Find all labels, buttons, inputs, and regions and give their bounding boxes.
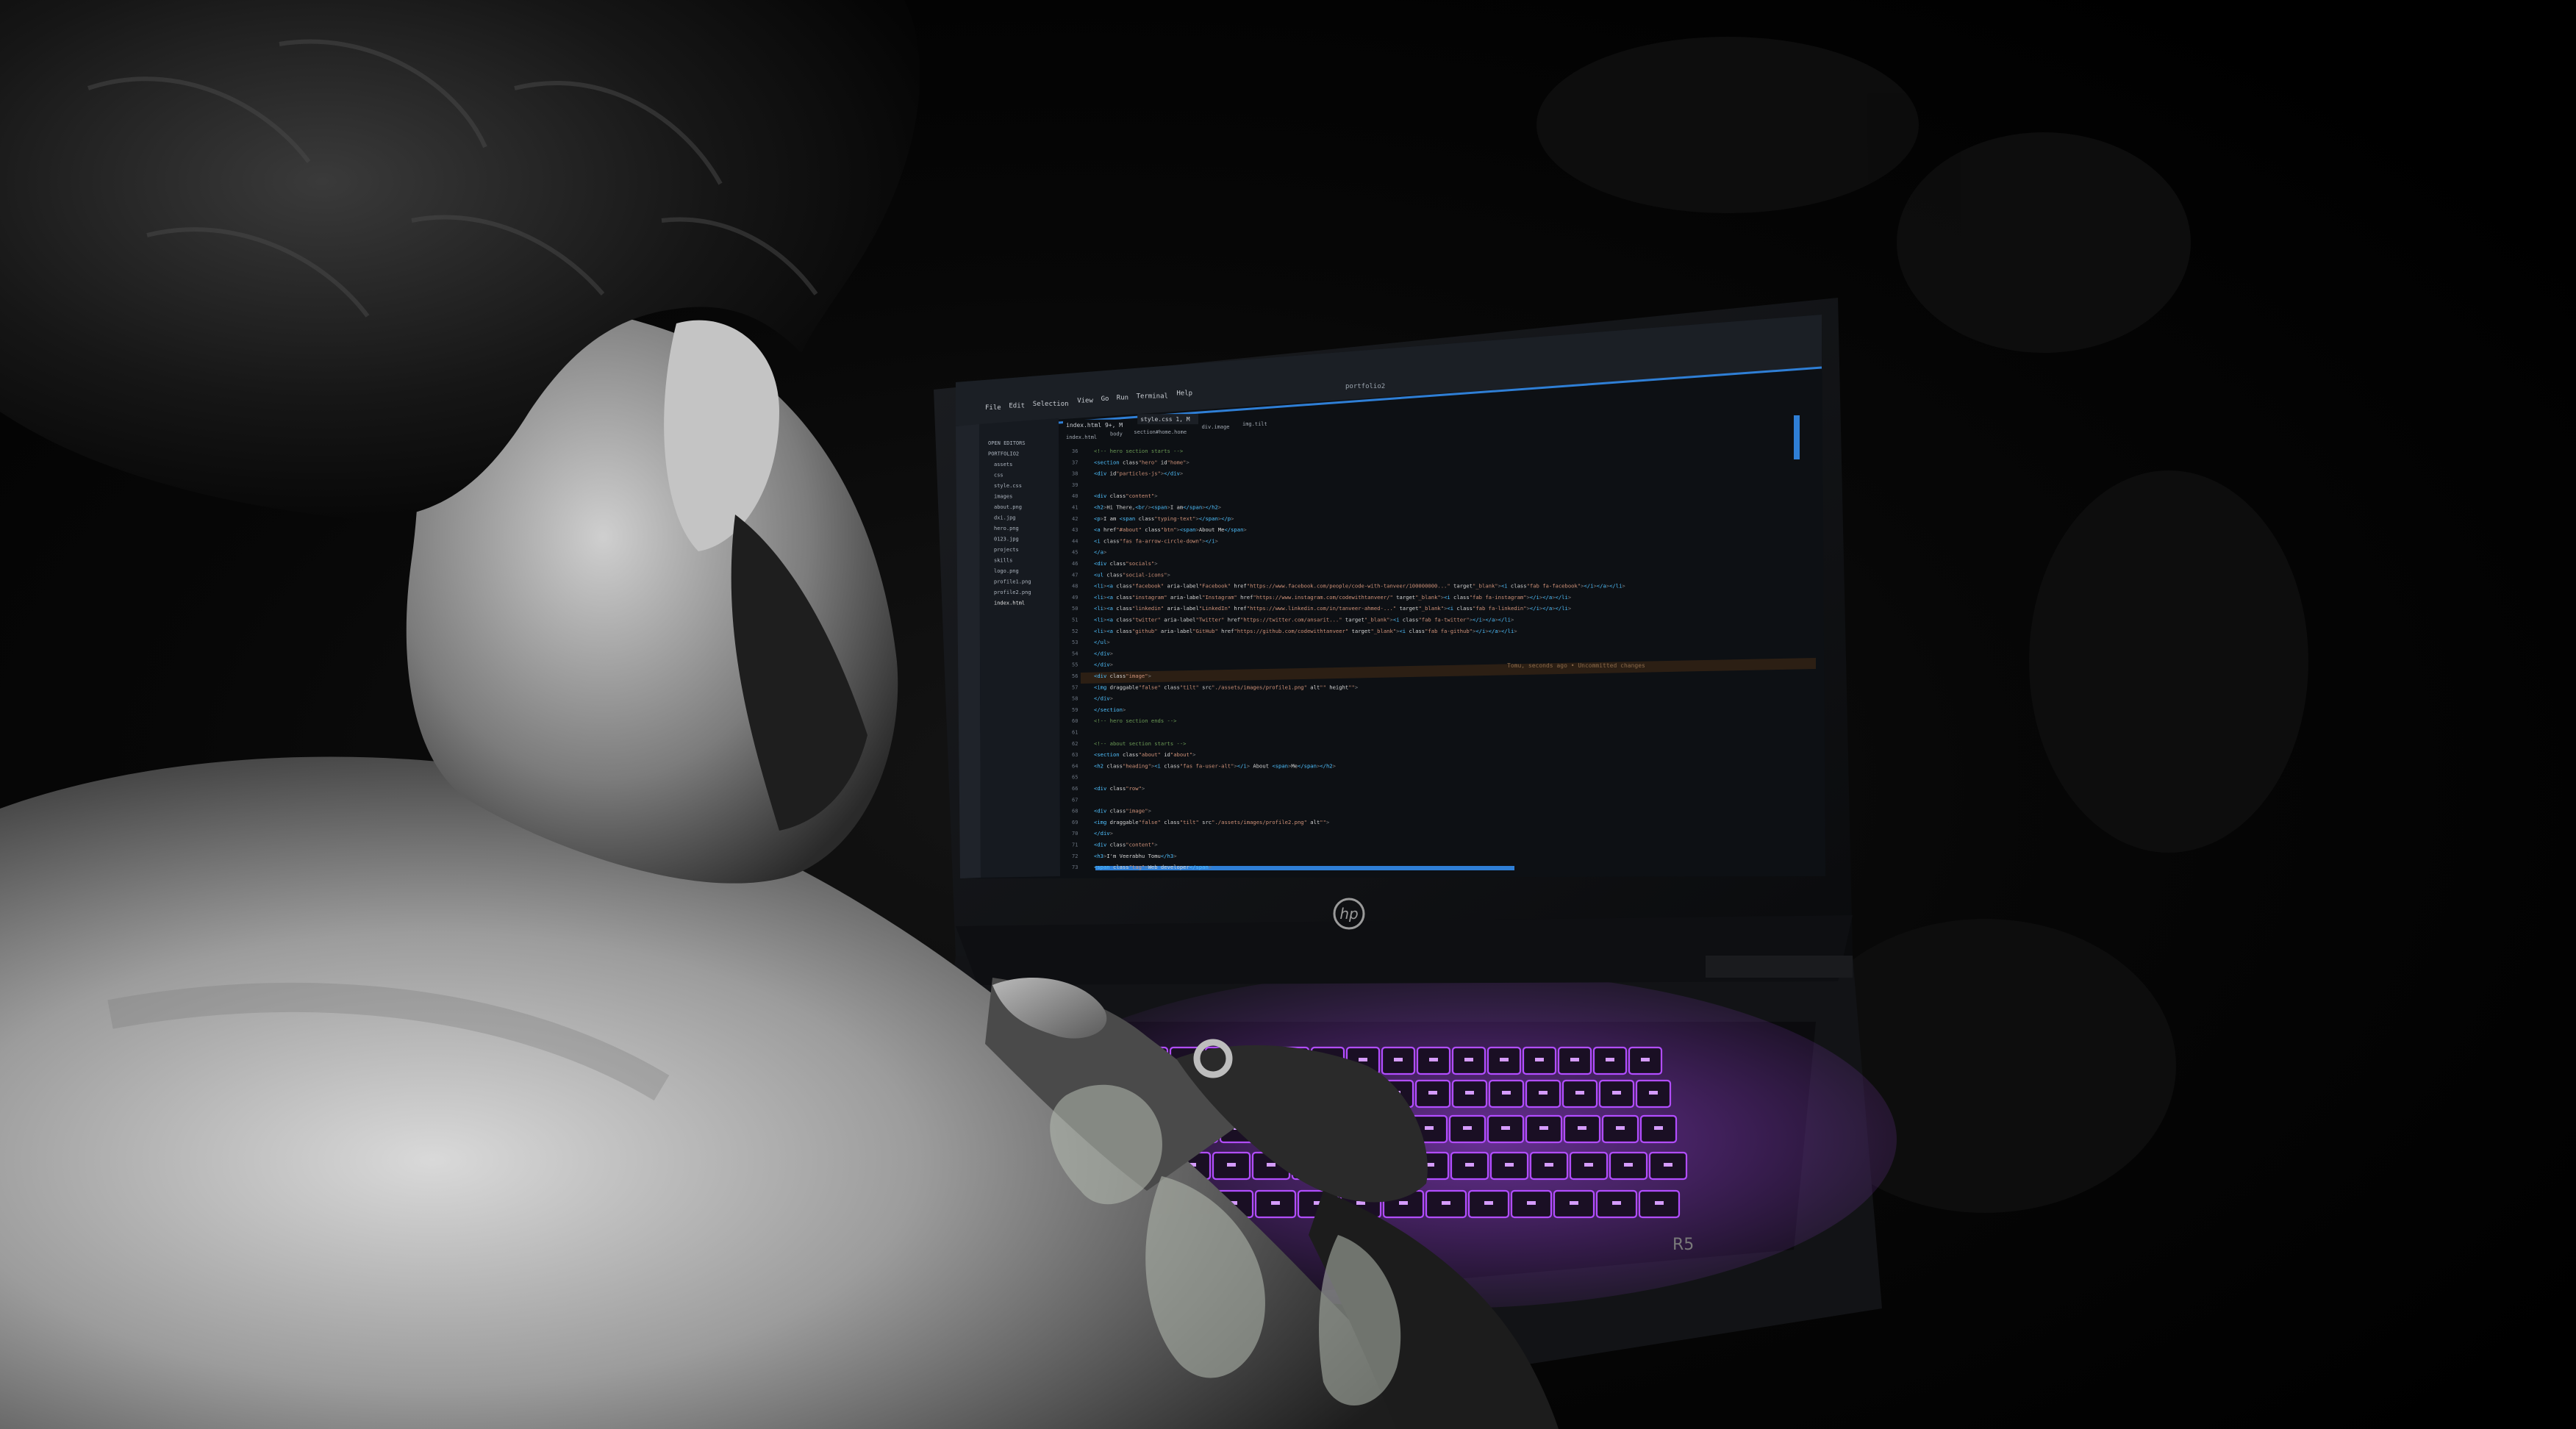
key-glyph [1271, 1201, 1280, 1205]
key-glyph [1527, 1201, 1536, 1205]
key-glyph [1570, 1201, 1578, 1205]
key-glyph [1425, 1126, 1434, 1130]
key-glyph [1612, 1091, 1621, 1095]
key-glyph [1227, 1163, 1236, 1167]
key-glyph [1641, 1058, 1650, 1061]
key-glyph [1616, 1126, 1625, 1130]
key-glyph [1624, 1163, 1633, 1167]
key-glyph [1654, 1126, 1663, 1130]
key-glyph [1500, 1058, 1509, 1061]
key-glyph [1399, 1201, 1408, 1205]
key-glyph [1570, 1058, 1579, 1061]
key-glyph [1664, 1163, 1672, 1167]
svg-text:hp: hp [1339, 905, 1358, 923]
scrollbar-marker [1794, 415, 1800, 459]
key-glyph [1655, 1201, 1664, 1205]
key-glyph [1463, 1126, 1472, 1130]
key-glyph [1359, 1058, 1367, 1061]
key-glyph [1465, 1091, 1474, 1095]
explorer-sidebar [979, 418, 1060, 878]
key-glyph [1502, 1091, 1511, 1095]
key-glyph [1505, 1163, 1514, 1167]
activity-bar [956, 424, 981, 878]
key-glyph [1584, 1163, 1593, 1167]
laptop-trim [1706, 956, 1853, 978]
key-glyph [1575, 1091, 1584, 1095]
key-glyph [1429, 1058, 1438, 1061]
key-glyph [1484, 1201, 1493, 1205]
key-glyph [1465, 1163, 1474, 1167]
key-glyph [1535, 1058, 1544, 1061]
model-label: R5 [1672, 1236, 1694, 1254]
key-glyph [1428, 1091, 1437, 1095]
key-glyph [1578, 1126, 1586, 1130]
horizontal-scrollbar [1095, 866, 1514, 870]
key-glyph [1501, 1126, 1510, 1130]
photo-scene: hp R5 [0, 0, 2576, 1429]
key-glyph [1539, 1091, 1548, 1095]
key-glyph [1394, 1058, 1403, 1061]
key-glyph [1267, 1163, 1276, 1167]
key-glyph [1612, 1201, 1621, 1205]
key-glyph [1606, 1058, 1614, 1061]
key-glyph [1539, 1126, 1548, 1130]
key-glyph [1442, 1201, 1450, 1205]
key-glyph [1649, 1091, 1658, 1095]
key-glyph [1464, 1058, 1473, 1061]
key-glyph [1545, 1163, 1553, 1167]
vscode-screen [956, 315, 1825, 878]
